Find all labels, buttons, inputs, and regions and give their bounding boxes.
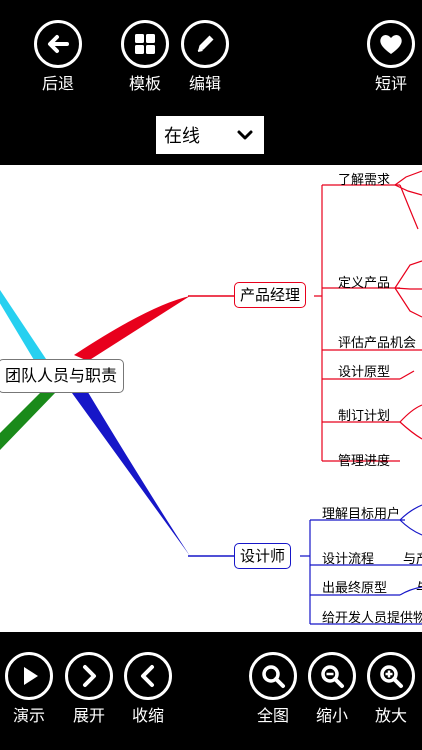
fit-button[interactable]: 全图: [241, 652, 305, 726]
subtopic-node[interactable]: 设计流程: [322, 548, 374, 567]
fit-label: 全图: [256, 706, 289, 725]
branch-blue-wedge: [72, 389, 190, 556]
zoom-out-button[interactable]: 缩小: [300, 652, 364, 726]
branch-node-designer[interactable]: 设计师: [234, 543, 292, 569]
review-label: 短评: [374, 74, 407, 93]
branch-green-wedge: [0, 387, 55, 450]
zoom-in-label: 放大: [374, 706, 407, 725]
zoom-in-icon: [367, 652, 415, 700]
branch-red-wedge: [74, 296, 190, 361]
edit-label: 编辑: [188, 74, 221, 93]
subtopic-node-cut[interactable]: 与: [416, 577, 422, 596]
magnifier-icon: [249, 652, 297, 700]
zoom-in-button[interactable]: 放大: [359, 652, 422, 726]
bottom-toolbar: 演示 展开 收缩 全图 缩小 放大: [0, 632, 422, 750]
subtopic-node-cut[interactable]: 与产: [403, 548, 422, 567]
expand-button[interactable]: 展开: [57, 652, 121, 726]
chevron-right-icon: [65, 652, 113, 700]
grid-icon: [121, 20, 169, 68]
zoom-out-label: 缩小: [315, 706, 348, 725]
subtopic-node[interactable]: 定义产品: [338, 272, 390, 291]
present-label: 演示: [12, 706, 45, 725]
subtopic-node[interactable]: 理解目标用户: [322, 503, 400, 522]
heart-icon: [367, 20, 415, 68]
play-icon: [5, 652, 53, 700]
review-button[interactable]: 短评: [359, 20, 422, 94]
branch-cyan-wedge: [0, 290, 50, 370]
back-button[interactable]: 后退: [26, 20, 90, 94]
subtopic-node[interactable]: 评估产品机会: [338, 332, 416, 351]
arrow-left-icon: [34, 20, 82, 68]
back-label: 后退: [41, 74, 74, 93]
subtopic-node[interactable]: 出最终原型: [322, 577, 387, 596]
template-label: 模板: [128, 74, 161, 93]
collapse-label: 收缩: [131, 706, 164, 725]
subtopic-node[interactable]: 设计原型: [338, 361, 390, 380]
expand-label: 展开: [72, 706, 105, 725]
branch-node-product-manager[interactable]: 产品经理: [234, 282, 307, 308]
subtopic-node[interactable]: 管理进度: [338, 450, 390, 469]
chevron-down-icon: [237, 130, 253, 140]
subtopic-node[interactable]: 了解需求: [338, 169, 390, 188]
subtopic-node[interactable]: 给开发人员提供物: [322, 607, 422, 626]
template-button[interactable]: 模板: [113, 20, 177, 94]
pencil-icon: [181, 20, 229, 68]
edit-button[interactable]: 编辑: [173, 20, 237, 94]
mindmap-canvas[interactable]: 团队人员与职责 产品经理 了解需求 定义产品 评估产品机会 设计原型 制订计划 …: [0, 165, 422, 632]
chevron-left-icon: [124, 652, 172, 700]
mode-dropdown-value: 在线: [164, 126, 200, 147]
zoom-out-icon: [308, 652, 356, 700]
present-button[interactable]: 演示: [0, 652, 61, 726]
top-toolbar: 后退 模板 编辑 短评 在线: [0, 0, 422, 165]
mode-dropdown[interactable]: 在线: [156, 116, 264, 154]
root-node[interactable]: 团队人员与职责: [0, 359, 125, 393]
subtopic-node[interactable]: 制订计划: [338, 405, 390, 424]
collapse-button[interactable]: 收缩: [116, 652, 180, 726]
